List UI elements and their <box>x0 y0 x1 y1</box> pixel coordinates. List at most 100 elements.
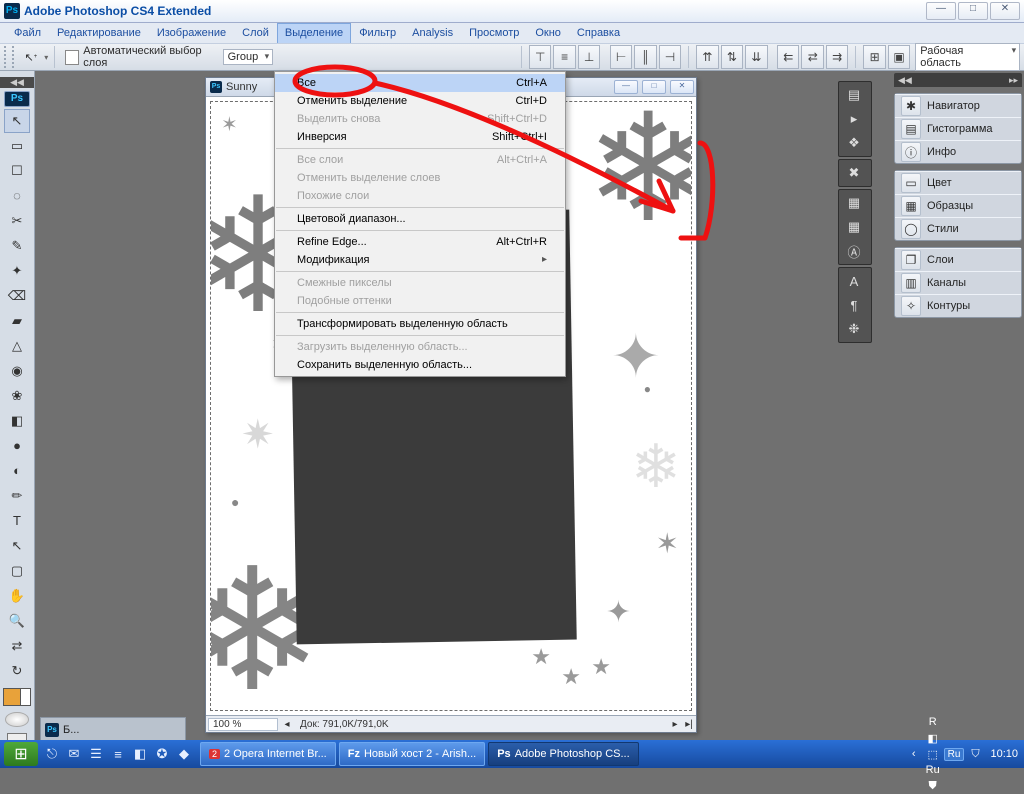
workspace-dropdown[interactable]: Рабочая область <box>915 43 1020 71</box>
taskbar-button[interactable]: Fz Новый хост 2 - Arish... <box>339 742 485 766</box>
toolbox-tab[interactable]: ◀◀ <box>0 77 34 88</box>
auto-align-icon[interactable]: ⊞ <box>863 45 885 69</box>
tool-5[interactable]: ✎ <box>4 234 30 258</box>
dock-icon[interactable]: ¶ <box>841 294 867 316</box>
menu-редактирование[interactable]: Редактирование <box>49 23 149 43</box>
status-menu-arrow[interactable]: ▸| <box>682 719 696 730</box>
panel-стили[interactable]: ◯Стили <box>895 217 1021 240</box>
distribute-right-icon[interactable]: ⇉ <box>826 45 848 69</box>
tray-icon[interactable]: ◧ <box>925 730 941 746</box>
tool-9[interactable]: △ <box>4 334 30 358</box>
tool-3[interactable]: ◌ <box>4 184 30 208</box>
tray-volume-icon[interactable]: ⛉ <box>967 746 983 762</box>
tool-18[interactable]: ▢ <box>4 559 30 583</box>
distribute-top-icon[interactable]: ⇈ <box>696 45 718 69</box>
tool-11[interactable]: ❀ <box>4 384 30 408</box>
panel-гистограмма[interactable]: ▤Гистограмма <box>895 117 1021 140</box>
tool-15[interactable]: ✏ <box>4 484 30 508</box>
tool-2[interactable]: ☐ <box>4 159 30 183</box>
menu-фильтр[interactable]: Фильтр <box>351 23 404 43</box>
panel-инфо[interactable]: ⓘИнфо <box>895 140 1021 163</box>
panel-цвет[interactable]: ▭Цвет <box>895 171 1021 194</box>
tool-8[interactable]: ▰ <box>4 309 30 333</box>
ps-mode-icon[interactable]: Ps <box>4 91 30 107</box>
tool-1[interactable]: ▭ <box>4 134 30 158</box>
taskbar-clock[interactable]: 10:10 <box>990 748 1018 760</box>
menuitem-трансформировать-выделенную-область[interactable]: Трансформировать выделенную область <box>275 315 565 333</box>
quicklaunch-icon[interactable]: ⎋ <box>42 744 62 764</box>
align-vcenter-icon[interactable]: ≡ <box>553 45 575 69</box>
maximize-button[interactable]: □ <box>958 2 988 20</box>
doc-close-button[interactable]: ✕ <box>670 80 694 94</box>
color-swatches[interactable] <box>3 688 31 706</box>
menuitem-модификация[interactable]: Модификация <box>275 251 565 269</box>
tray-expand-icon[interactable]: ‹ <box>906 746 922 762</box>
dock-icon[interactable]: ❖ <box>841 132 867 154</box>
menu-слой[interactable]: Слой <box>234 23 277 43</box>
menu-изображение[interactable]: Изображение <box>149 23 234 43</box>
doc-maximize-button[interactable]: □ <box>642 80 666 94</box>
tool-21[interactable]: ⇄ <box>4 634 30 658</box>
dock-icon[interactable]: ▦ <box>841 216 867 238</box>
tool-13[interactable]: ● <box>4 434 30 458</box>
status-right-arrow[interactable]: ▸ <box>668 719 682 730</box>
tool-17[interactable]: ↖ <box>4 534 30 558</box>
tray-icon[interactable]: Ru <box>925 762 941 778</box>
menuitem-refine-edge-[interactable]: Refine Edge...Alt+Ctrl+R <box>275 233 565 251</box>
align-top-icon[interactable]: ⊤ <box>529 45 551 69</box>
auto-select-checkbox[interactable] <box>65 50 79 65</box>
menuitem-цветовой-диапазон-[interactable]: Цветовой диапазон... <box>275 210 565 228</box>
panel-контуры[interactable]: ✧Контуры <box>895 294 1021 317</box>
quicklaunch-icon[interactable]: ◆ <box>174 744 194 764</box>
menu-analysis[interactable]: Analysis <box>404 23 461 43</box>
start-button[interactable]: ⊞ <box>4 742 38 766</box>
panel-слои[interactable]: ❐Слои <box>895 248 1021 271</box>
quicklaunch-icon[interactable]: ≡ <box>108 744 128 764</box>
language-indicator[interactable]: Ru <box>944 748 965 761</box>
panel-образцы[interactable]: ▦Образцы <box>895 194 1021 217</box>
doc-minimize-button[interactable]: — <box>614 80 638 94</box>
zoom-field[interactable]: 100 % <box>208 718 278 731</box>
panel-header[interactable]: ◀◀▸▸ <box>894 73 1022 87</box>
tool-6[interactable]: ✦ <box>4 259 30 283</box>
quicklaunch-icon[interactable]: ◧ <box>130 744 150 764</box>
quick-mask-toggle[interactable] <box>5 712 29 728</box>
minimize-button[interactable]: — <box>926 2 956 20</box>
taskbar-button[interactable]: Ps Adobe Photoshop CS... <box>488 742 638 766</box>
align-hcenter-icon[interactable]: ║ <box>634 45 656 69</box>
taskbar-button[interactable]: 2 2 Opera Internet Br... <box>200 742 336 766</box>
dock-icon[interactable]: ▸ <box>841 108 867 130</box>
menu-выделение[interactable]: Выделение <box>277 23 351 43</box>
distribute-vcenter-icon[interactable]: ⇅ <box>721 45 743 69</box>
tray-icon[interactable]: ⛊ <box>925 778 941 794</box>
quicklaunch-icon[interactable]: ✉ <box>64 744 84 764</box>
tool-10[interactable]: ◉ <box>4 359 30 383</box>
menuitem-отменить-выделение[interactable]: Отменить выделениеCtrl+D <box>275 92 565 110</box>
panel-каналы[interactable]: ▥Каналы <box>895 271 1021 294</box>
menuitem-инверсия[interactable]: ИнверсияShift+Ctrl+I <box>275 128 565 146</box>
menu-справка[interactable]: Справка <box>569 23 628 43</box>
menuitem-сохранить-выделенную-область-[interactable]: Сохранить выделенную область... <box>275 356 565 374</box>
align-right-icon[interactable]: ⊣ <box>659 45 681 69</box>
tool-14[interactable]: ◐ <box>4 459 30 483</box>
distribute-left-icon[interactable]: ⇇ <box>777 45 799 69</box>
tool-22[interactable]: ↻ <box>4 659 30 683</box>
tool-7[interactable]: ⌫ <box>4 284 30 308</box>
tool-0[interactable]: ↖ <box>4 109 30 133</box>
close-button[interactable]: ✕ <box>990 2 1020 20</box>
distribute-bottom-icon[interactable]: ⇊ <box>745 45 767 69</box>
panel-навигатор[interactable]: ✱Навигатор <box>895 94 1021 117</box>
dock-icon[interactable]: ▦ <box>841 192 867 214</box>
align-left-icon[interactable]: ⊢ <box>610 45 632 69</box>
tool-4[interactable]: ✂ <box>4 209 30 233</box>
quicklaunch-icon[interactable]: ☰ <box>86 744 106 764</box>
auto-select-target-dropdown[interactable]: Group <box>223 49 274 65</box>
dock-icon[interactable]: ▤ <box>841 84 867 106</box>
tool-20[interactable]: 🔍 <box>4 609 30 633</box>
foreground-color-swatch[interactable] <box>3 688 21 706</box>
tool-12[interactable]: ◧ <box>4 409 30 433</box>
dock-icon[interactable]: A <box>841 270 867 292</box>
options-handle[interactable] <box>4 46 14 68</box>
workspace-icon[interactable]: ▣ <box>888 45 910 69</box>
tray-icon[interactable]: R <box>925 714 941 730</box>
